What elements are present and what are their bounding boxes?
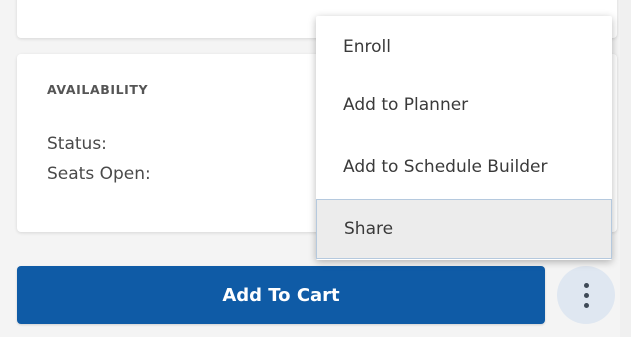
right-edge-strip <box>620 0 631 337</box>
status-label: Status: <box>47 134 107 154</box>
menu-item-add-to-planner[interactable]: Add to Planner <box>316 76 612 134</box>
menu-item-enroll[interactable]: Enroll <box>316 18 612 76</box>
kebab-vertical-icon <box>583 282 589 308</box>
menu-item-add-to-schedule-builder[interactable]: Add to Schedule Builder <box>316 138 612 196</box>
more-actions-button[interactable] <box>557 266 615 324</box>
menu-item-share[interactable]: Share <box>316 199 612 259</box>
actions-dropdown-menu: Enroll Add to Planner Add to Schedule Bu… <box>316 16 612 260</box>
add-to-cart-button[interactable]: Add To Cart <box>17 266 545 324</box>
availability-heading: AVAILABILITY <box>47 82 149 97</box>
seats-open-label: Seats Open: <box>47 164 151 184</box>
